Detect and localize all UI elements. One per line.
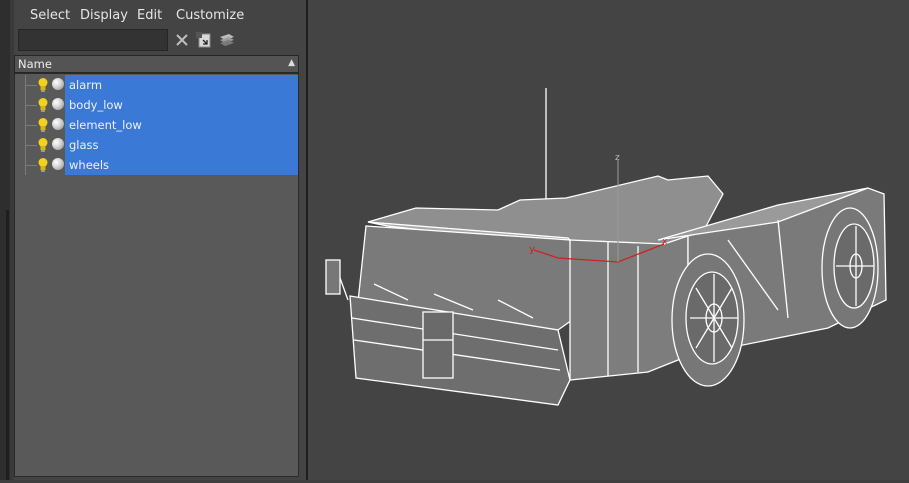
layer-label: wheels	[69, 158, 110, 172]
light-bulb-icon[interactable]	[37, 157, 49, 173]
light-bulb-icon[interactable]	[37, 137, 49, 153]
layer-row[interactable]: element_low	[15, 115, 298, 135]
light-bulb-icon[interactable]	[37, 97, 49, 113]
menu-bar: Select Display Edit Customize	[14, 4, 304, 26]
wireframe-vehicle[interactable]: y z x	[308, 0, 909, 480]
layers-icon[interactable]	[218, 31, 236, 49]
axis-x-label: x	[662, 237, 668, 247]
column-name-header[interactable]: Name	[18, 57, 52, 71]
layer-row[interactable]: glass	[15, 135, 298, 155]
render-sphere-icon[interactable]	[52, 118, 64, 130]
layer-explorer-panel: Select Display Edit Customize Name ▲ ala…	[10, 0, 308, 480]
axis-z-label: z	[615, 153, 620, 163]
layer-row[interactable]: alarm	[15, 75, 298, 95]
layer-row[interactable]: body_low	[15, 95, 298, 115]
add-layer-icon[interactable]	[195, 31, 213, 49]
panel-edge	[0, 0, 10, 480]
close-icon[interactable]	[173, 31, 191, 49]
list-header[interactable]: Name ▲	[14, 55, 299, 73]
light-bulb-icon[interactable]	[37, 77, 49, 93]
render-sphere-icon[interactable]	[52, 138, 64, 150]
menu-display[interactable]: Display	[80, 8, 128, 23]
light-bulb-icon[interactable]	[37, 117, 49, 133]
sort-ascending-icon[interactable]: ▲	[288, 58, 295, 68]
layer-label: glass	[69, 138, 99, 152]
layer-row[interactable]: wheels	[15, 155, 298, 175]
layer-label: alarm	[69, 78, 103, 92]
render-sphere-icon[interactable]	[52, 158, 64, 170]
menu-edit[interactable]: Edit	[137, 8, 162, 23]
menu-customize[interactable]: Customize	[176, 8, 244, 23]
menu-select[interactable]: Select	[30, 8, 70, 23]
layer-label: body_low	[69, 98, 123, 112]
layer-list: alarm body_low element_lowglass wheels	[14, 73, 299, 477]
layer-label: element_low	[69, 118, 142, 132]
render-sphere-icon[interactable]	[52, 98, 64, 110]
selection-highlight	[65, 135, 298, 155]
axis-y-label: y	[529, 244, 535, 255]
viewport-3d[interactable]: y z x	[308, 0, 909, 480]
search-input[interactable]	[18, 29, 168, 51]
resize-grip[interactable]	[6, 210, 9, 480]
render-sphere-icon[interactable]	[52, 78, 64, 90]
